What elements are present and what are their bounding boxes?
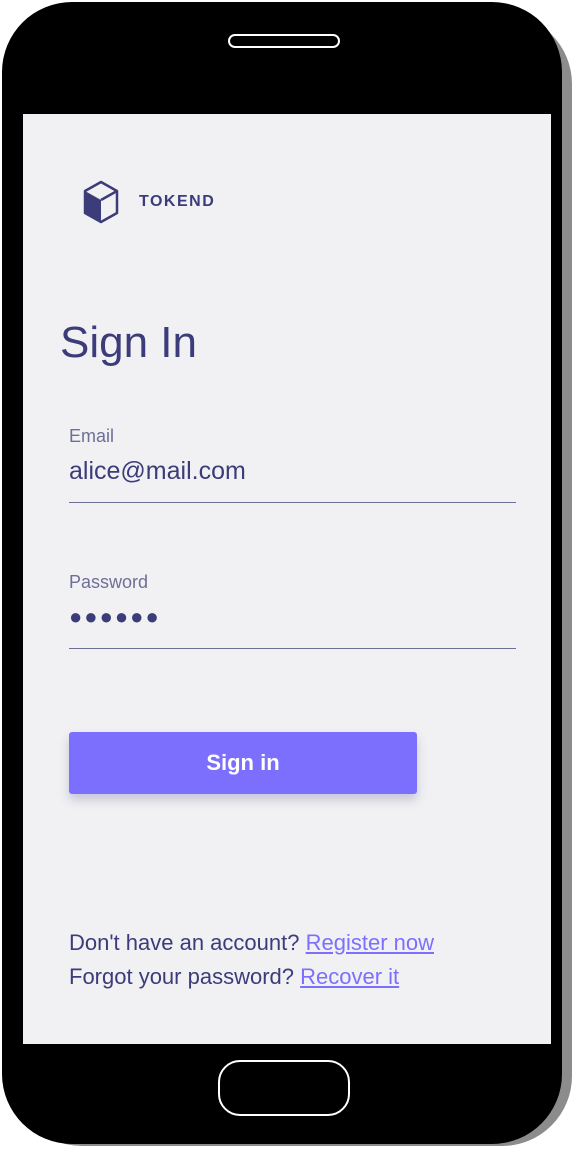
app-screen: TOKEND Sign In Email alice@mail.com Pass… bbox=[23, 114, 551, 1044]
hexagon-cube-icon bbox=[83, 180, 119, 224]
register-prompt-line: Don't have an account? Register now bbox=[69, 930, 434, 956]
brand-logo: TOKEND bbox=[83, 180, 215, 224]
register-now-link[interactable]: Register now bbox=[306, 930, 434, 955]
speaker-grille bbox=[228, 34, 340, 48]
email-field[interactable]: Email alice@mail.com bbox=[69, 426, 516, 503]
email-label: Email bbox=[69, 426, 115, 446]
recover-prompt-text: Forgot your password? bbox=[69, 964, 294, 989]
home-button[interactable] bbox=[218, 1060, 350, 1116]
sign-in-button[interactable]: Sign in bbox=[69, 732, 417, 794]
recover-prompt-line: Forgot your password? Recover it bbox=[69, 964, 399, 990]
recover-it-link[interactable]: Recover it bbox=[300, 964, 399, 989]
password-label: Password bbox=[69, 572, 149, 592]
email-input[interactable]: alice@mail.com bbox=[69, 454, 516, 488]
phone-frame: TOKEND Sign In Email alice@mail.com Pass… bbox=[2, 2, 562, 1144]
password-input[interactable]: ●●●●●● bbox=[69, 600, 516, 634]
register-prompt-text: Don't have an account? bbox=[69, 930, 300, 955]
page-title: Sign In bbox=[60, 318, 197, 367]
brand-name: TOKEND bbox=[139, 193, 216, 210]
password-field[interactable]: Password ●●●●●● bbox=[69, 572, 516, 649]
